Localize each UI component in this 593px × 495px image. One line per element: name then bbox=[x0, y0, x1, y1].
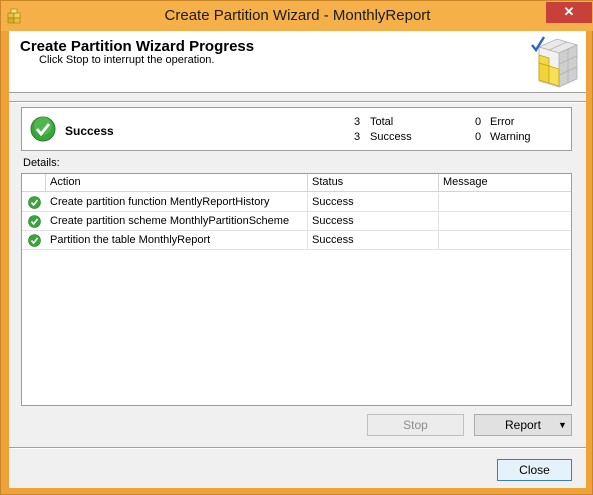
message-cell bbox=[439, 193, 571, 212]
icon-column-header[interactable] bbox=[22, 174, 46, 192]
message-cell bbox=[439, 231, 571, 250]
status-cell: Success bbox=[308, 231, 439, 250]
table-row[interactable]: Create partition scheme MonthlyPartition… bbox=[22, 212, 571, 231]
message-cell bbox=[439, 212, 571, 231]
status-cell: Success bbox=[308, 193, 439, 212]
error-label: Error bbox=[490, 116, 515, 128]
title-bar[interactable]: Create Partition Wizard - MonthlyReport … bbox=[1, 1, 593, 31]
report-button[interactable]: Report ▼ bbox=[474, 414, 572, 436]
action-column-header[interactable]: Action bbox=[46, 174, 308, 192]
status-cell: Success bbox=[308, 212, 439, 231]
total-label: Total bbox=[370, 116, 394, 128]
success-check-icon bbox=[28, 196, 41, 209]
wizard-window: Create Partition Wizard - MonthlyReport … bbox=[0, 0, 593, 495]
table-row[interactable]: Partition the table MonthlyReport Succes… bbox=[22, 231, 571, 250]
message-column-header[interactable]: Message bbox=[439, 174, 571, 192]
header-separator bbox=[9, 101, 586, 103]
window-close-button[interactable]: ✕ bbox=[546, 2, 592, 23]
success-check-icon bbox=[28, 215, 41, 228]
warning-count: 0 bbox=[475, 131, 482, 143]
action-cell: Create partition function MentlyReportHi… bbox=[46, 193, 308, 212]
success-check-icon bbox=[30, 116, 56, 142]
action-cell: Create partition scheme MonthlyPartition… bbox=[46, 212, 308, 231]
footer-separator bbox=[9, 447, 586, 449]
cube-graphic-icon bbox=[531, 36, 579, 88]
success-label: Success bbox=[370, 131, 412, 143]
total-count: 3 bbox=[354, 116, 361, 128]
stop-button[interactable]: Stop bbox=[367, 414, 464, 436]
wizard-header: Create Partition Wizard Progress Click S… bbox=[9, 31, 586, 93]
chevron-down-icon: ▼ bbox=[558, 420, 567, 430]
page-title: Create Partition Wizard Progress bbox=[20, 38, 255, 55]
window-title: Create Partition Wizard - MonthlyReport bbox=[164, 7, 431, 24]
wizard-body: Create Partition Wizard Progress Click S… bbox=[9, 31, 586, 488]
success-count: 3 bbox=[354, 131, 361, 143]
report-button-label: Report bbox=[504, 418, 542, 432]
details-label: Details: bbox=[23, 157, 60, 169]
error-count: 0 bbox=[475, 116, 482, 128]
grid-header: Action Status Message bbox=[22, 174, 571, 192]
success-check-icon bbox=[28, 234, 41, 247]
summary-status: Success bbox=[65, 124, 114, 138]
close-button[interactable]: Close bbox=[497, 459, 572, 481]
action-cell: Partition the table MonthlyReport bbox=[46, 231, 308, 250]
progress-summary: Success 3 Total 3 Success 0 Error 0 Warn… bbox=[21, 107, 572, 151]
table-row[interactable]: Create partition function MentlyReportHi… bbox=[22, 193, 571, 212]
status-column-header[interactable]: Status bbox=[308, 174, 439, 192]
page-subtitle: Click Stop to interrupt the operation. bbox=[39, 54, 215, 66]
details-grid[interactable]: Action Status Message Create partition f… bbox=[21, 173, 572, 406]
warning-label: Warning bbox=[490, 131, 531, 143]
